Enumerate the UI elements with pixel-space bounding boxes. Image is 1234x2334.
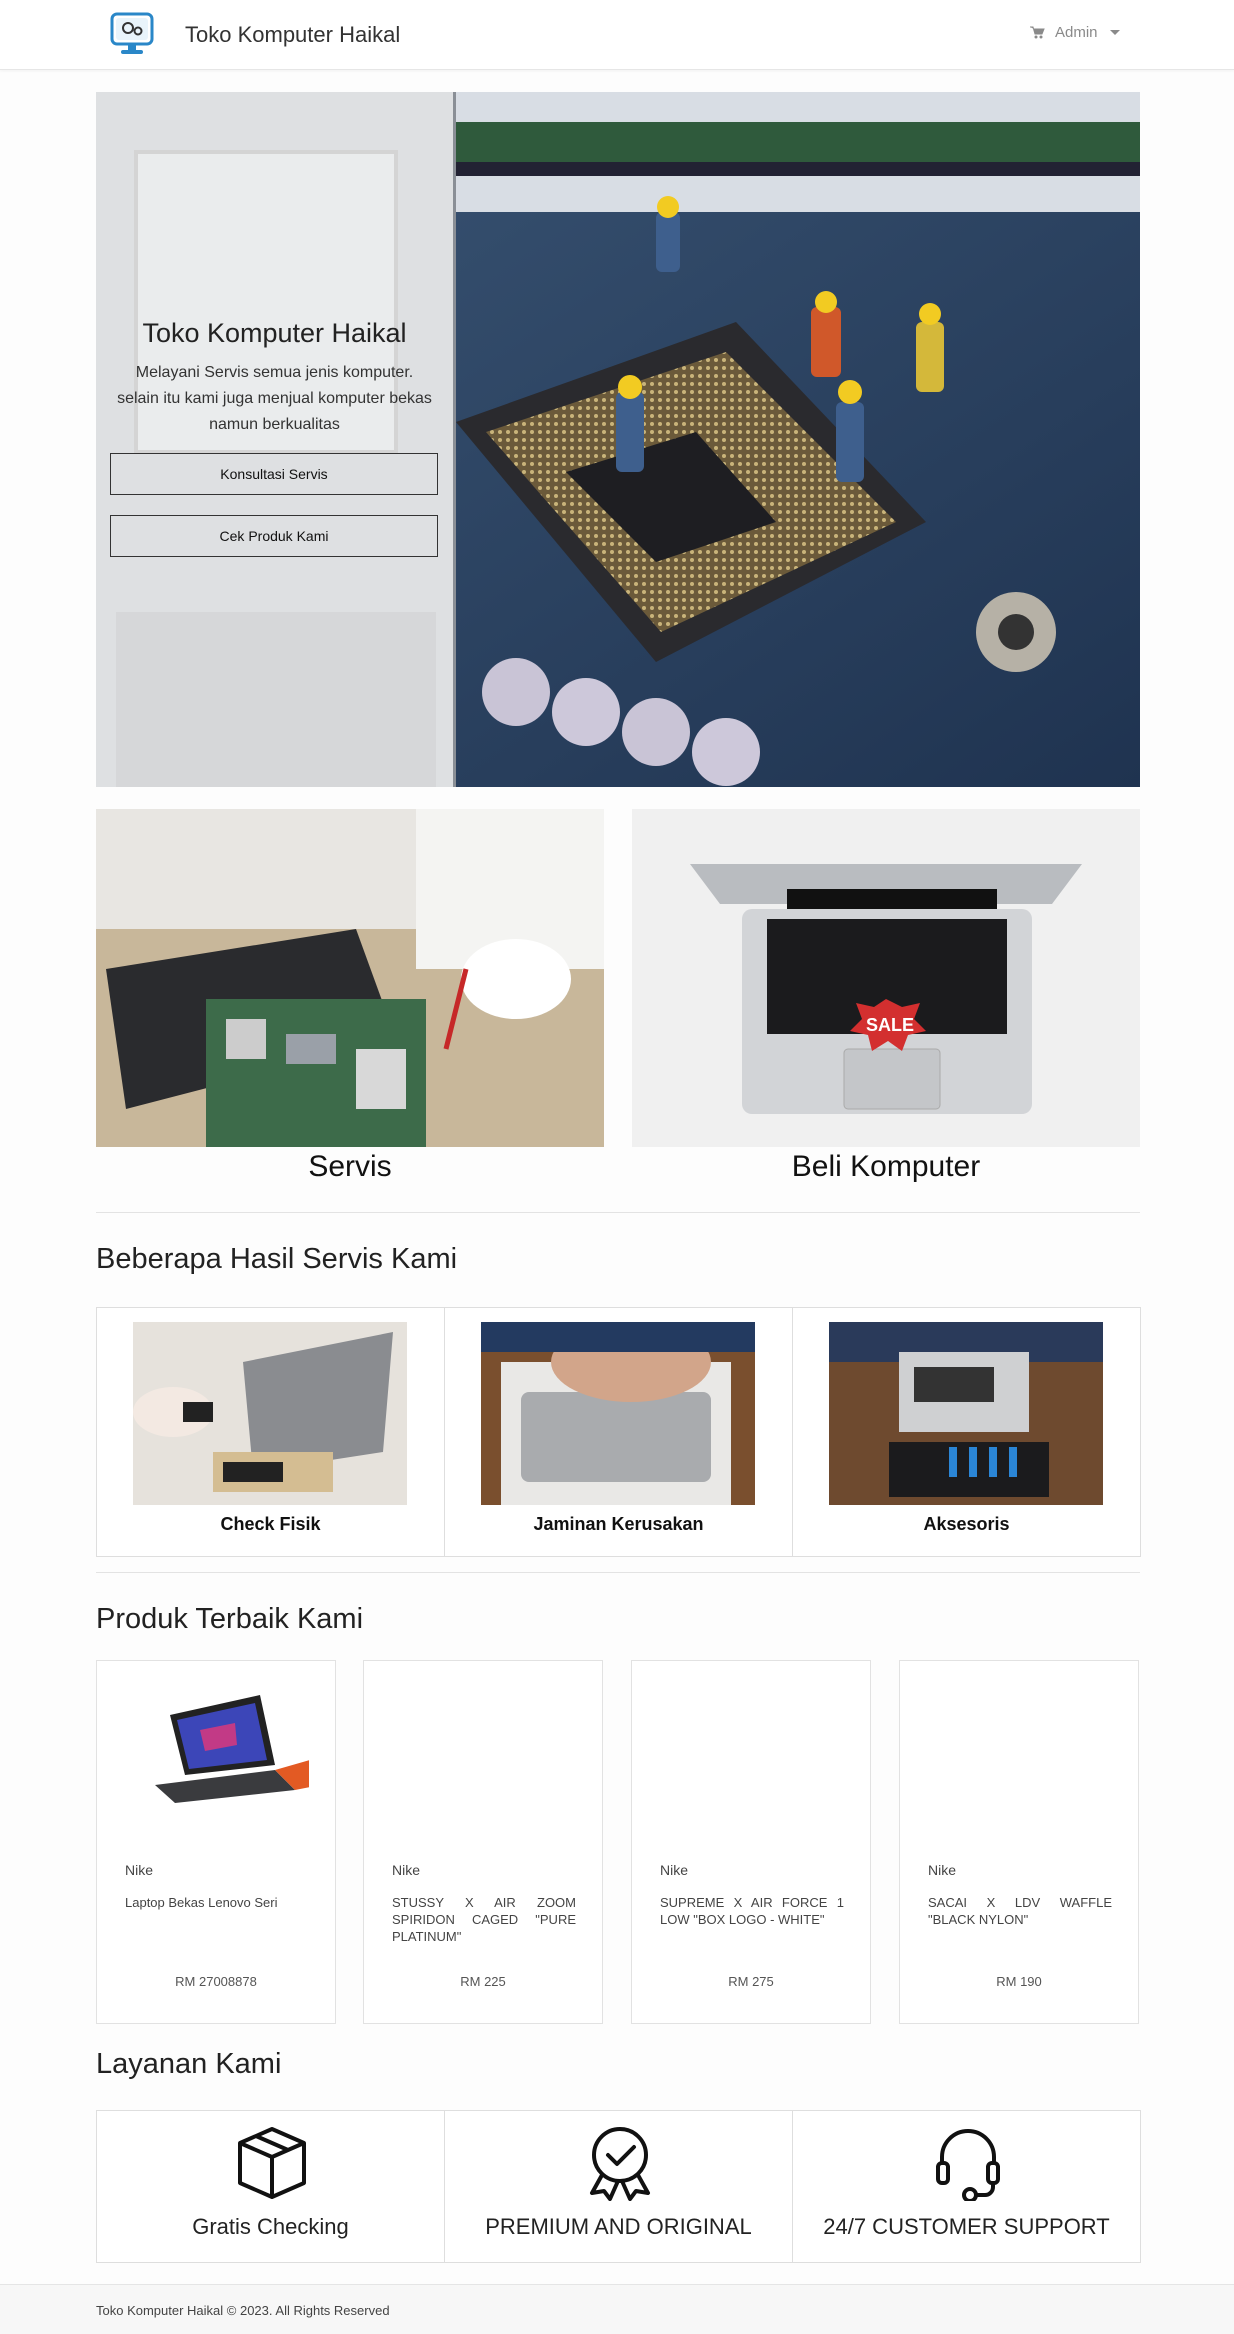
brand-name[interactable]: Toko Komputer Haikal: [185, 22, 400, 48]
service-feature-label: Gratis Checking: [192, 2214, 349, 2239]
product-card[interactable]: Nike SUPREME X AIR FORCE 1 LOW "BOX LOGO…: [631, 1660, 871, 2024]
product-brand: Nike: [125, 1862, 154, 1878]
divider: [96, 1212, 1140, 1213]
product-name[interactable]: STUSSY X AIR ZOOM SPIRIDON CAGED "PURE P…: [392, 1894, 576, 1945]
hero-banner: Toko Komputer Haikal Melayani Servis sem…: [96, 92, 1140, 787]
hero-text-panel: [96, 92, 453, 787]
product-price: RM 190: [996, 1974, 1042, 1989]
product-brand: Nike: [928, 1862, 957, 1878]
product-name[interactable]: SACAI X LDV WAFFLE "BLACK NYLON": [928, 1894, 1112, 1928]
category-label-buy-computer[interactable]: Beli Komputer: [632, 1150, 1140, 1184]
product-brand: Nike: [392, 1862, 421, 1878]
service-feature-label: PREMIUM AND ORIGINAL: [485, 2214, 752, 2239]
service-category-image[interactable]: [96, 809, 604, 1147]
check-products-button[interactable]: Cek Produk Kami: [110, 515, 438, 557]
divider: [96, 1572, 1140, 1573]
user-menu[interactable]: Admin: [1030, 24, 1120, 41]
damage-guarantee-image: [481, 1322, 755, 1505]
check-physical-image: [133, 1322, 407, 1505]
footer: Toko Komputer Haikal © 2023. All Rights …: [0, 2284, 1234, 2334]
lenovo-laptop-image: [125, 1675, 309, 1815]
user-menu-label: Admin: [1055, 24, 1098, 41]
caret-down-icon: [1109, 30, 1120, 35]
footer-copyright: Toko Komputer Haikal © 2023. All Rights …: [96, 2303, 390, 2318]
repair-laptop-image: [96, 809, 604, 1147]
consult-service-button[interactable]: Konsultasi Servis: [110, 453, 438, 495]
service-results-title: Beberapa Hasil Servis Kami: [96, 1243, 458, 1275]
product-name[interactable]: Laptop Bekas Lenovo Seri: [125, 1894, 309, 1911]
products-title: Produk Terbaik Kami: [96, 1603, 364, 1635]
category-label-service[interactable]: Servis: [96, 1150, 604, 1184]
headset-icon: [936, 2129, 1000, 2201]
hero-description: Melayani Servis semua jenis komputer. se…: [117, 364, 432, 433]
services-title: Layanan Kami: [96, 2048, 282, 2080]
product-brand: Nike: [660, 1862, 689, 1878]
product-card[interactable]: Nike Laptop Bekas Lenovo Seri RM 2700887…: [96, 1660, 336, 2024]
service-result-label: Check Fisik: [220, 1514, 321, 1534]
product-price: RM 27008878: [175, 1974, 257, 1989]
product-price: RM 225: [460, 1974, 506, 1989]
product-price: RM 275: [728, 1974, 774, 1989]
service-feature-card: 24/7 CUSTOMER SUPPORT: [792, 2110, 1141, 2263]
accessories-image: [829, 1322, 1103, 1505]
service-result-label: Jaminan Kerusakan: [533, 1514, 704, 1534]
service-feature-card: PREMIUM AND ORIGINAL: [444, 2110, 793, 2263]
service-result-card: Jaminan Kerusakan: [444, 1307, 793, 1557]
buy-computer-category-image[interactable]: SALE: [632, 809, 1140, 1147]
hero-title: Toko Komputer Haikal: [142, 318, 407, 348]
product-card[interactable]: Nike SACAI X LDV WAFFLE "BLACK NYLON" RM…: [899, 1660, 1139, 2024]
box-icon: [238, 2127, 306, 2199]
service-result-label: Aksesoris: [923, 1514, 1010, 1534]
product-card[interactable]: Nike STUSSY X AIR ZOOM SPIRIDON CAGED "P…: [363, 1660, 603, 2024]
service-result-card: Check Fisik: [96, 1307, 445, 1557]
service-result-card: Aksesoris: [792, 1307, 1141, 1557]
service-feature-card: Gratis Checking: [96, 2110, 445, 2263]
badge-check-icon: [590, 2127, 650, 2201]
laptop-sale-image: SALE: [632, 809, 1140, 1147]
computer-gear-logo-icon[interactable]: [108, 11, 156, 57]
svg-text:SALE: SALE: [866, 1015, 914, 1035]
service-feature-label: 24/7 CUSTOMER SUPPORT: [823, 2214, 1110, 2239]
product-name[interactable]: SUPREME X AIR FORCE 1 LOW "BOX LOGO - WH…: [660, 1894, 844, 1928]
cart-icon: [1030, 26, 1045, 39]
navbar: Toko Komputer Haikal Admin: [0, 0, 1234, 70]
